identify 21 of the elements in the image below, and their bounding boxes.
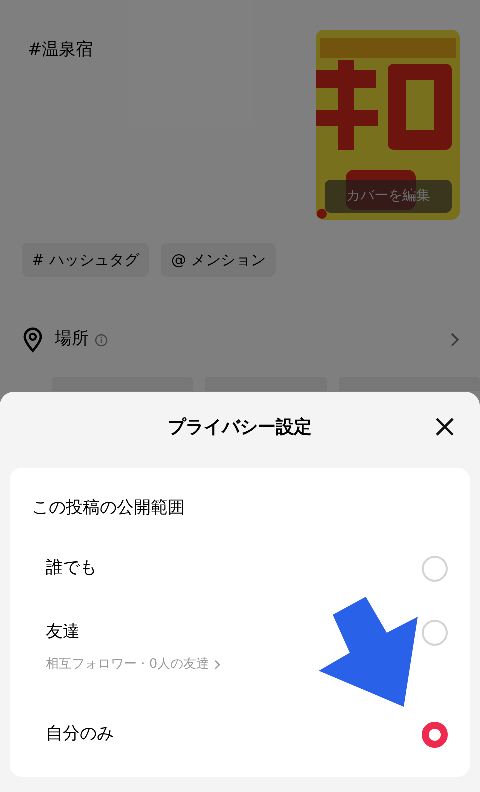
tag-chip[interactable]: @ メンション: [161, 243, 276, 277]
option-label[interactable]: 誰でも: [46, 556, 97, 582]
section-title: この投稿の公開範囲: [32, 497, 186, 520]
friends-link[interactable]: 相互フォロワー · 0人の友達: [46, 655, 221, 674]
chevron-right-icon: [214, 660, 221, 670]
edit-cover-button[interactable]: カバーを編集: [325, 180, 452, 213]
info-icon[interactable]: [95, 334, 108, 346]
option-label[interactable]: 友達: [46, 620, 221, 645]
close-button[interactable]: [434, 416, 456, 438]
suggestion-chip[interactable]: [52, 377, 193, 391]
caption-text[interactable]: #温泉宿: [28, 38, 94, 62]
suggestion-chip[interactable]: [339, 377, 480, 391]
chevron-right-icon[interactable]: [450, 332, 460, 348]
close-icon: [434, 416, 456, 438]
option-label[interactable]: 自分のみ: [46, 722, 114, 748]
location-pin-icon: [22, 327, 44, 353]
sheet-title: プライバシー設定: [168, 416, 312, 440]
tag-chip[interactable]: # ハッシュタグ: [22, 243, 150, 277]
suggestion-chip[interactable]: [204, 377, 328, 391]
location-label[interactable]: 場所: [55, 327, 89, 353]
radio-button[interactable]: [422, 722, 448, 748]
